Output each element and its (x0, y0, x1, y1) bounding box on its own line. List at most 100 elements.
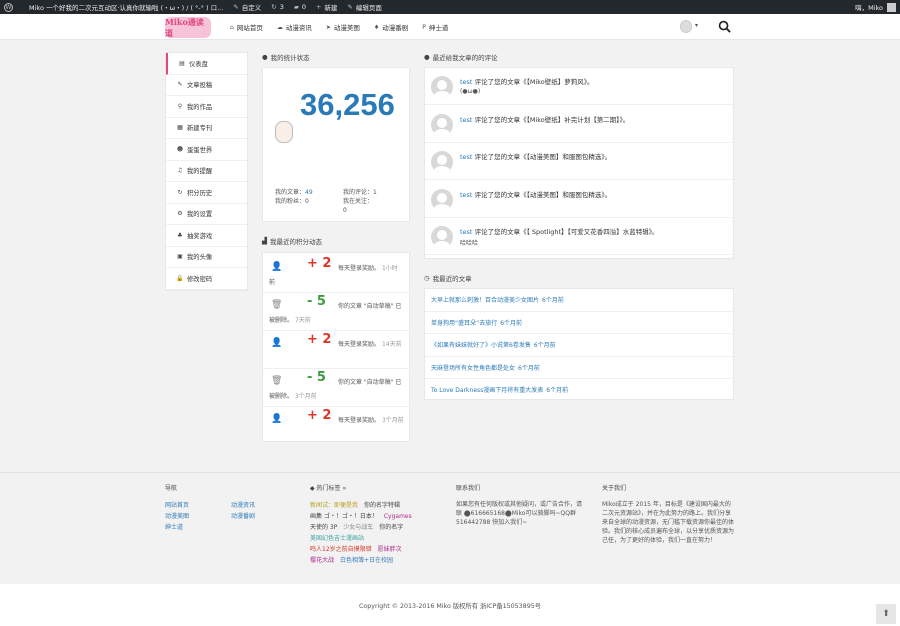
points-desc: 每天登录奖励。 3个月前 (338, 415, 404, 424)
points-row: 👤 + 2 每天登录奖励。 3个月前 (263, 405, 411, 445)
post-row: 天麻登场所有女性角色都是处女 6个月前 (425, 357, 735, 379)
pencil-icon: ✎ (347, 3, 353, 11)
sidebar-item-0[interactable]: ▤ 仪表盘 (166, 53, 247, 75)
site-header: Miko通读道 ⌂ 网站首页 ☁ 动漫资讯 ➤ 动漫美图 ♦ 动漫番剧 P 绅士道 ▾ (0, 14, 900, 40)
customize-link[interactable]: ✎ 自定义 (233, 2, 261, 12)
sidebar-item-6[interactable]: ↻ 积分历史 (166, 182, 247, 204)
comment-user-link[interactable]: test (460, 153, 472, 161)
sidebar-item-9[interactable]: ▣ 我的头像 (166, 247, 247, 268)
footer-nav-link[interactable]: 动漫美图 (165, 511, 189, 522)
chart-icon: ▟ (262, 237, 267, 245)
comments-link[interactable]: ▰ 0 (294, 3, 306, 11)
comment-text: test 评论了您的文章《【 Spotlight】【可爱又花香四溢】水蓝特辑》。 (460, 226, 659, 236)
sidebar-item-label: 仪表盘 (189, 60, 208, 68)
comment-user-link[interactable]: test (460, 228, 472, 236)
comment-snippet: 哈哈哈 (460, 240, 479, 247)
comment-user-link[interactable]: test (460, 116, 472, 124)
sidebar-item-3[interactable]: ▦ 新建专刊 (166, 118, 247, 139)
user-sidebar: ▤ 仪表盘 ✎ 文章投稿 ⚲ 我的作品 ▦ 新建专刊 ☻ 蛋蛋世界 ♫ 我的提醒 ↻ 积分历史 ⚙ 我的设置 ♣… (165, 52, 248, 291)
tag-link[interactable]: 白色相簿+日在校园 (340, 557, 393, 564)
new-content-link[interactable]: + 新建 (316, 2, 337, 12)
globe-icon: ● (262, 53, 268, 61)
wordpress-logo[interactable]: W (4, 2, 19, 12)
tag-link[interactable]: 你的名字 (379, 524, 403, 531)
nav-item-2[interactable]: ➤ 动漫美图 (326, 22, 360, 33)
nav-item-3[interactable]: ♦ 动漫番剧 (374, 22, 409, 33)
tag-link[interactable]: 天使的 3P (310, 524, 337, 531)
points-value: - 5 (307, 294, 326, 309)
tag-link[interactable]: 愿妹胖次 (378, 546, 402, 553)
back-to-top-button[interactable]: ⬆ (876, 604, 896, 624)
footer-nav-link[interactable]: 动漫资讯 (231, 500, 255, 511)
comment-user-link[interactable]: test (460, 78, 472, 86)
chevron-down-icon[interactable]: ▾ (695, 22, 698, 29)
post-row: 单身狗用“盛耳朵”去旅行 6个月前 (425, 312, 735, 334)
post-link[interactable]: 《如果有妹妹就好了》小说第6卷发售 (431, 340, 531, 349)
nav-item-0[interactable]: ⌂ 网站首页 (230, 22, 263, 33)
posts-section-title: ◷ 我最近的文章 (424, 273, 472, 283)
comment-text: test 评论了您的文章《【Miko壁纸】补完计划【第二期】》。 (460, 114, 629, 124)
post-link[interactable]: 单身狗用“盛耳朵”去旅行 (431, 318, 497, 327)
comments-count: 1 (373, 189, 377, 196)
points-desc-text: 你的文章 "自动草稿" 已 (338, 303, 402, 310)
nav-label: 动漫番剧 (382, 24, 409, 32)
tag-link[interactable]: 你的名字特辑 (364, 502, 400, 509)
points-card: 👤 + 2 每天登录奖励。 1小时前 🗑 - 5 你的文章 "自动草稿" 已 被删除。 … (262, 252, 411, 445)
footer-nav-link[interactable]: 网站首页 (165, 500, 189, 511)
points-line2-time: 7天前 (294, 317, 311, 324)
avatar (431, 151, 453, 173)
post-link[interactable]: To Love Darkness漫画下月将有重大发表 (431, 385, 543, 394)
search-icon[interactable] (718, 20, 731, 33)
footer-nav-title: 导航 (165, 485, 178, 492)
account-menu[interactable]: 嗨，Miko (855, 2, 896, 12)
footer-nav-link[interactable]: 绅士道 (165, 522, 183, 533)
comment-row: test 评论了您的文章《【Miko壁纸】萝莉风》。 (●ω●) (425, 69, 735, 105)
posts-title: 我最近的文章 (432, 275, 472, 283)
tag-link[interactable]: 樱花大战 (310, 557, 334, 564)
footer-contact-title: 联系我们 (456, 485, 481, 492)
updates-count: 3 (279, 3, 284, 11)
articles-count[interactable]: 49 (305, 189, 313, 196)
edit-page-link[interactable]: ✎ 编辑页面 (347, 2, 381, 12)
sidebar-item-1[interactable]: ✎ 文章投稿 (166, 75, 247, 96)
comment-text: test 评论了您的文章《【动漫美图】和服图包精选》。 (460, 151, 611, 161)
sidebar-item-label: 我的设置 (187, 211, 213, 219)
site-title-link[interactable]: Miko 一个好我的二次元互动区·认真你就输啦 (・ω・) / ( °-° ) … (29, 2, 223, 12)
sidebar-item-5[interactable]: ♫ 我的提醒 (166, 161, 247, 182)
comment-icon: ● (424, 53, 430, 61)
nav-item-1[interactable]: ☁ 动漫资讯 (277, 22, 312, 33)
site-logo[interactable]: Miko通读道 (165, 17, 211, 38)
plus-icon: + (315, 3, 322, 11)
tag-link[interactable]: 少女与战车 (343, 524, 373, 531)
comment-snippet: (●ω●) (460, 88, 481, 95)
sidebar-item-label: 新建专刊 (187, 125, 213, 133)
updates-link[interactable]: ↻ 3 (271, 3, 284, 11)
sidebar-icon: 🔒 (176, 274, 184, 282)
sidebar-item-label: 文章投稿 (187, 82, 213, 90)
nav-label: 动漫美图 (333, 24, 360, 32)
nav-item-4[interactable]: P 绅士道 (422, 22, 448, 33)
comment-body: 评论了您的文章《【动漫美图】和服图包精选》。 (474, 153, 612, 161)
tag-link[interactable]: Cygames (384, 513, 412, 520)
post-link[interactable]: 大早上就那么刺激！百合动漫美少女图片 (431, 295, 539, 304)
tag-link[interactable]: 画集 ゴ・！ゴ・！日本！ (310, 513, 378, 520)
sidebar-item-7[interactable]: ⚙ 我的设置 (166, 204, 247, 225)
tag-link[interactable]: 鸣人12岁之前自摸限错 (310, 546, 372, 553)
user-avatar[interactable] (680, 20, 692, 33)
comment-user-link[interactable]: test (460, 191, 472, 199)
post-link[interactable]: 天麻登场所有女性角色都是处女 (431, 363, 515, 372)
sidebar-item-2[interactable]: ⚲ 我的作品 (166, 96, 247, 118)
arrow-up-icon: ⬆ (882, 609, 890, 619)
tag-link[interactable]: 新闻试：即便是我 (310, 502, 358, 509)
points-desc: 每天登录奖励。 14天前 (338, 339, 402, 348)
avatar (431, 76, 453, 98)
tag-link[interactable]: 美国幻色吉士漫画站 (310, 535, 364, 542)
sidebar-item-label: 抽奖游戏 (187, 232, 213, 240)
points-value: + 2 (307, 408, 332, 423)
sidebar-item-10[interactable]: 🔒 修改密码 (166, 268, 247, 290)
footer-about: 关于我们 Miko成立于 2015 年，目标是《建设国内最大的二次元资源站》，并… (602, 483, 735, 545)
sidebar-item-8[interactable]: ♣ 抽奖游戏 (166, 225, 247, 247)
footer-nav-link[interactable]: 动漫番剧 (231, 511, 255, 522)
points-value: - 5 (307, 370, 326, 385)
sidebar-item-4[interactable]: ☻ 蛋蛋世界 (166, 139, 247, 161)
